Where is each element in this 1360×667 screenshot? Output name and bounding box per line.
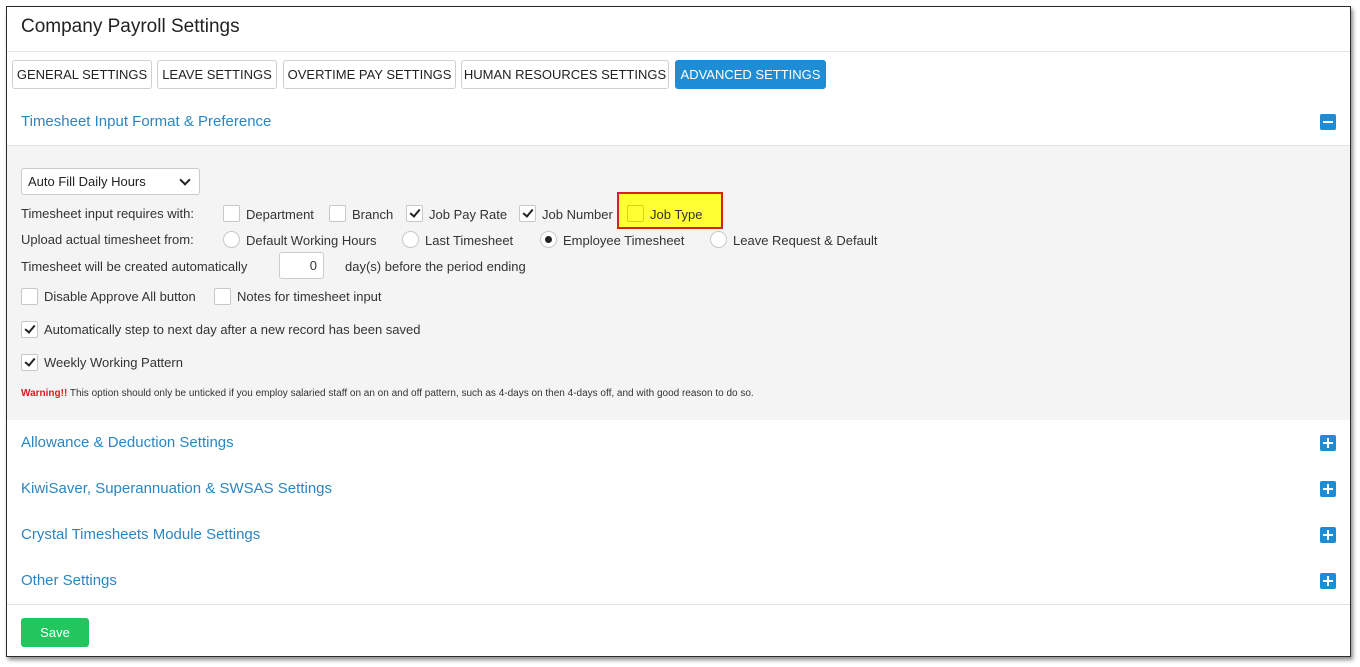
default-working-hours-label: Default Working Hours (246, 233, 377, 248)
default-working-hours-radio[interactable] (223, 231, 240, 248)
notes-timesheet-label: Notes for timesheet input (237, 289, 382, 304)
chevron-down-icon (179, 174, 191, 186)
auto-step-checkbox[interactable] (21, 321, 38, 338)
last-timesheet-label: Last Timesheet (425, 233, 514, 248)
section-header-kiwisaver[interactable]: KiwiSaver, Superannuation & SWSAS Settin… (7, 466, 1350, 512)
divider (7, 51, 1350, 52)
upload-label: Upload actual timesheet from: (21, 232, 194, 247)
plus-square-icon[interactable] (1320, 573, 1336, 589)
job-pay-rate-label: Job Pay Rate (429, 207, 508, 222)
divider (7, 604, 1350, 605)
section-title: Allowance & Deduction Settings (21, 434, 234, 451)
last-timesheet-radio[interactable] (402, 231, 419, 248)
plus-square-icon[interactable] (1320, 435, 1336, 451)
job-type-checkbox[interactable] (627, 205, 644, 222)
check-icon (409, 206, 421, 218)
auto-create-days-input[interactable]: 0 (279, 252, 324, 279)
minus-square-icon[interactable] (1320, 114, 1336, 130)
warning-message: This option should only be unticked if y… (69, 388, 754, 399)
auto-step-label: Automatically step to next day after a n… (44, 322, 421, 337)
leave-request-default-radio[interactable] (710, 231, 727, 248)
warning-prefix: Warning!! (21, 388, 68, 399)
job-number-checkbox[interactable] (519, 205, 536, 222)
tab-leave-settings[interactable]: LEAVE SETTINGS (157, 60, 277, 89)
check-icon (522, 206, 534, 218)
tab-human-resources-settings[interactable]: HUMAN RESOURCES SETTINGS (461, 60, 669, 89)
auto-fill-select[interactable]: Auto Fill Daily Hours (21, 168, 200, 195)
branch-label: Branch (352, 207, 394, 222)
disable-approve-all-label: Disable Approve All button (44, 289, 196, 304)
leave-request-default-label: Leave Request & Default (733, 233, 878, 248)
plus-square-icon[interactable] (1320, 481, 1336, 497)
section-title: Timesheet Input Format & Preference (21, 113, 272, 130)
tab-overtime-pay-settings[interactable]: OVERTIME PAY SETTINGS (283, 60, 456, 89)
job-type-label: Job Type (650, 207, 703, 222)
auto-fill-select-value: Auto Fill Daily Hours (28, 174, 146, 189)
job-number-label: Job Number (542, 207, 613, 222)
radio-dot-icon (545, 236, 552, 243)
warning-text: Warning!! This option should only be unt… (21, 388, 754, 399)
auto-create-suffix: day(s) before the period ending (345, 259, 526, 274)
tab-general-settings[interactable]: GENERAL SETTINGS (12, 60, 152, 89)
weekly-pattern-checkbox[interactable] (21, 354, 38, 371)
weekly-pattern-label: Weekly Working Pattern (44, 355, 183, 370)
section-header-other-settings[interactable]: Other Settings (7, 558, 1350, 604)
notes-timesheet-checkbox[interactable] (214, 288, 231, 305)
section-title: Other Settings (21, 572, 117, 589)
employee-timesheet-radio[interactable] (540, 231, 557, 248)
job-pay-rate-checkbox[interactable] (406, 205, 423, 222)
plus-square-icon[interactable] (1320, 527, 1336, 543)
check-icon (24, 322, 36, 334)
department-checkbox[interactable] (223, 205, 240, 222)
tab-advanced-settings[interactable]: ADVANCED SETTINGS (675, 60, 826, 89)
department-label: Department (246, 207, 314, 222)
auto-create-label: Timesheet will be created automatically (21, 259, 248, 274)
payroll-settings-window: Company Payroll Settings GENERAL SETTING… (6, 6, 1351, 657)
requires-label: Timesheet input requires with: (21, 206, 194, 221)
section-header-timesheet-input[interactable]: Timesheet Input Format & Preference (7, 99, 1350, 145)
save-button[interactable]: Save (21, 618, 89, 647)
check-icon (24, 355, 36, 367)
section-title: KiwiSaver, Superannuation & SWSAS Settin… (21, 480, 333, 497)
timesheet-settings-panel: Auto Fill Daily Hours Timesheet input re… (7, 145, 1350, 420)
section-header-allowance-deduction[interactable]: Allowance & Deduction Settings (7, 420, 1350, 466)
page-title: Company Payroll Settings (21, 16, 240, 37)
section-header-crystal-timesheets[interactable]: Crystal Timesheets Module Settings (7, 512, 1350, 558)
disable-approve-all-checkbox[interactable] (21, 288, 38, 305)
branch-checkbox[interactable] (329, 205, 346, 222)
employee-timesheet-label: Employee Timesheet (563, 233, 685, 248)
section-title: Crystal Timesheets Module Settings (21, 526, 261, 543)
